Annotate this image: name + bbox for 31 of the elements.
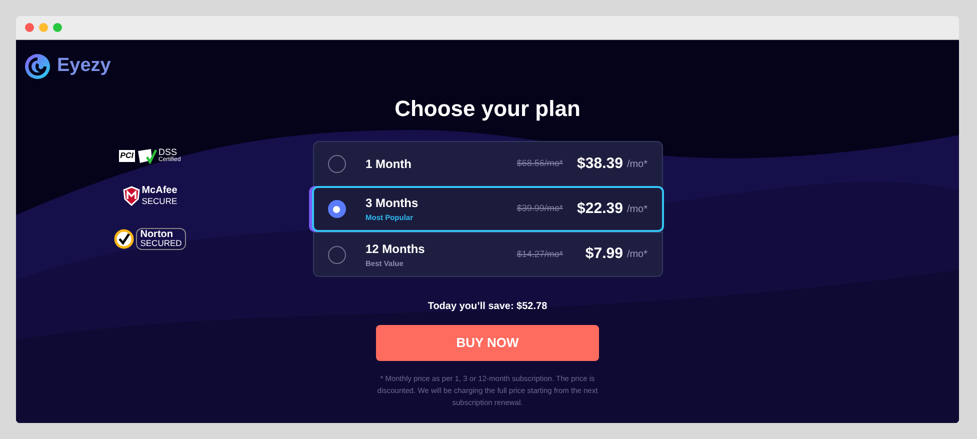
logo-icon xyxy=(24,52,51,80)
old-price: $39.99/mo* xyxy=(516,202,563,216)
badge-text: SECURED xyxy=(140,239,182,248)
close-icon[interactable] xyxy=(25,23,34,32)
old-price: $68.56/mo* xyxy=(516,157,563,170)
page-heading: Choose your plan xyxy=(394,95,580,123)
plan-price: $7.99 xyxy=(584,244,623,264)
radio-button[interactable] xyxy=(328,246,346,264)
shield-icon xyxy=(122,186,140,206)
badge-text: McAfee xyxy=(142,186,178,196)
maximize-icon[interactable] xyxy=(53,23,62,32)
plan-name: 3 Months xyxy=(366,195,420,212)
price-unit: /mo* xyxy=(626,248,648,262)
radio-button[interactable] xyxy=(328,200,346,218)
radio-button[interactable] xyxy=(328,155,346,173)
plan-name: 1 Month xyxy=(366,156,412,173)
plan-name: 12 Months xyxy=(366,240,426,258)
badge-text: PCI xyxy=(119,150,134,162)
price-unit: /mo* xyxy=(626,202,648,216)
plan-option[interactable]: 1 Month $68.56/mo* $38.39 /mo* xyxy=(314,142,662,186)
badge-text: SECURE xyxy=(142,196,178,206)
brand-name: Eyezy xyxy=(57,54,111,78)
check-flag-icon xyxy=(136,148,156,164)
checkmark-seal-icon xyxy=(114,229,134,249)
badge-text: DSS xyxy=(158,148,178,156)
savings-text: Today you’ll save: $52.78 xyxy=(428,300,548,314)
price-unit: /mo* xyxy=(626,158,648,172)
plan-price: $22.39 xyxy=(576,198,623,219)
badge-text: Norton xyxy=(140,230,174,239)
plan-price: $38.39 xyxy=(576,154,623,174)
old-price: $14.27/mo* xyxy=(516,248,563,261)
